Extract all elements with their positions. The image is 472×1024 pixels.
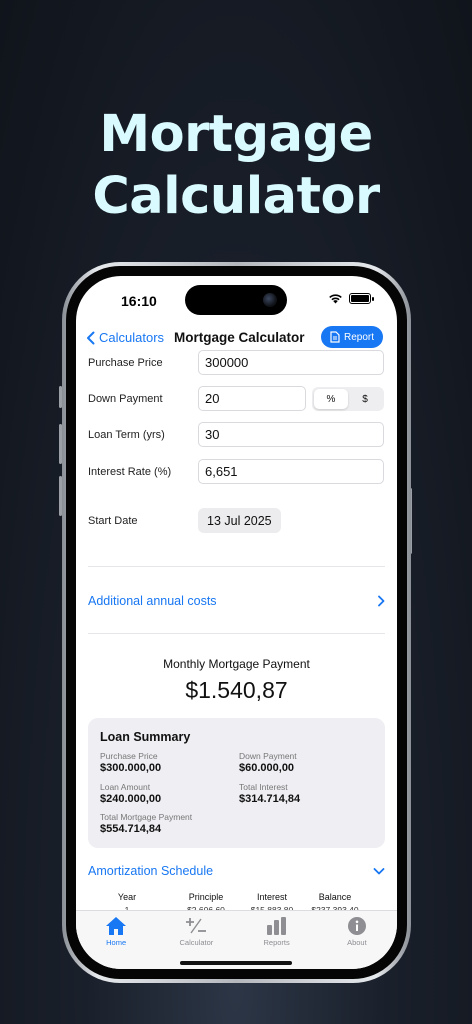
start-date-label: Start Date — [88, 515, 138, 527]
percent-option[interactable]: % — [314, 389, 348, 409]
summary-label: Total Mortgage Payment — [100, 812, 193, 822]
page-title: Mortgage Calculator — [174, 330, 305, 345]
interest-rate-row: Interest Rate (%) 6,651 — [88, 459, 385, 485]
summary-loan-amount: Loan Amount $240.000,00 — [100, 782, 161, 805]
column-year: Year — [117, 892, 137, 902]
plus-minus-icon — [186, 918, 207, 934]
status-icons — [328, 293, 374, 304]
additional-costs-link[interactable]: Additional annual costs — [88, 591, 385, 611]
chevron-down-icon — [373, 868, 385, 875]
monthly-payment-title: Monthly Mortgage Payment — [163, 657, 310, 671]
summary-label: Loan Amount — [100, 782, 151, 792]
home-indicator — [180, 961, 292, 965]
interest-rate-label: Interest Rate (%) — [88, 466, 172, 478]
wifi-icon — [329, 294, 342, 304]
house-icon — [106, 917, 127, 935]
down-payment-row: Down Payment 20 % $ — [88, 386, 385, 412]
down-payment-unit-toggle: % $ — [312, 387, 384, 411]
tab-label: Calculator — [179, 938, 214, 947]
summary-value: $60.000,00 — [239, 762, 295, 774]
interest-rate-input[interactable]: 6,651 — [198, 459, 384, 484]
headline-line-2: Calculator — [92, 167, 380, 226]
start-date-row: Start Date 13 Jul 2025 — [88, 508, 385, 534]
divider — [88, 566, 385, 567]
purchase-price-row: Purchase Price 300000 — [88, 350, 385, 376]
amortization-table-header: Year Principle Interest Balance — [88, 892, 385, 906]
amortization-title: Amortization Schedule — [88, 864, 214, 878]
dynamic-island — [185, 285, 287, 315]
divider — [88, 633, 385, 634]
back-button[interactable]: Calculators — [86, 330, 164, 345]
summary-value: $240.000,00 — [100, 793, 162, 805]
summary-down-payment: Down Payment $60.000,00 — [239, 751, 297, 774]
chevron-right-icon — [378, 595, 385, 607]
loan-summary-card: Loan Summary Purchase Price $300.000,00 … — [88, 718, 385, 848]
tab-label: Home — [106, 938, 127, 947]
purchase-price-label: Purchase Price — [88, 357, 163, 369]
summary-purchase-price: Purchase Price $300.000,00 — [100, 751, 161, 774]
column-balance: Balance — [318, 892, 352, 902]
summary-total-payment: Total Mortgage Payment $554.714,84 — [100, 812, 192, 835]
phone-screen: 16:10 Calculators Mortgage Calculator Re… — [76, 276, 397, 969]
column-principle: Principle — [188, 892, 224, 902]
down-payment-input[interactable]: 20 — [198, 386, 306, 411]
summary-label: Total Interest — [239, 782, 288, 792]
down-payment-label: Down Payment — [88, 393, 163, 405]
summary-label: Down Payment — [239, 751, 297, 761]
status-time: 16:10 — [121, 293, 157, 309]
report-label: Report — [343, 331, 374, 343]
battery-icon — [349, 293, 374, 304]
summary-value: $300.000,00 — [100, 762, 162, 774]
bar-chart-icon — [266, 917, 286, 935]
tab-about[interactable]: About — [317, 911, 397, 969]
info-icon — [347, 917, 366, 935]
promo-headline: Mortgage Calculator — [0, 104, 472, 228]
purchase-price-input[interactable]: 300000 — [198, 350, 384, 375]
monthly-payment-value: $1.540,87 — [185, 677, 288, 703]
start-date-picker[interactable]: 13 Jul 2025 — [198, 508, 281, 533]
loan-term-label: Loan Term (yrs) — [88, 429, 165, 441]
summary-value: $314.714,84 — [239, 793, 301, 805]
phone-bezel: 16:10 Calculators Mortgage Calculator Re… — [66, 266, 407, 979]
summary-value: $554.714,84 — [100, 823, 162, 835]
tab-label: Reports — [263, 938, 290, 947]
chevron-left-icon — [87, 331, 95, 344]
tab-home[interactable]: Home — [76, 911, 156, 969]
back-label: Calculators — [99, 330, 165, 345]
additional-costs-label: Additional annual costs — [88, 594, 217, 608]
amortization-schedule-toggle[interactable]: Amortization Schedule — [88, 861, 385, 881]
document-icon — [330, 331, 340, 343]
summary-label: Purchase Price — [100, 751, 158, 761]
column-interest: Interest — [256, 892, 287, 902]
headline-line-1: Mortgage — [99, 105, 373, 164]
loan-term-row: Loan Term (yrs) 30 — [88, 422, 385, 448]
tab-label: About — [347, 938, 367, 947]
phone-frame: 16:10 Calculators Mortgage Calculator Re… — [62, 262, 411, 983]
loan-summary-title: Loan Summary — [100, 730, 191, 744]
summary-total-interest: Total Interest $314.714,84 — [239, 782, 300, 805]
dollar-option[interactable]: $ — [348, 389, 382, 409]
camera-icon — [263, 293, 277, 307]
loan-term-input[interactable]: 30 — [198, 422, 384, 447]
report-button[interactable]: Report — [320, 326, 383, 348]
